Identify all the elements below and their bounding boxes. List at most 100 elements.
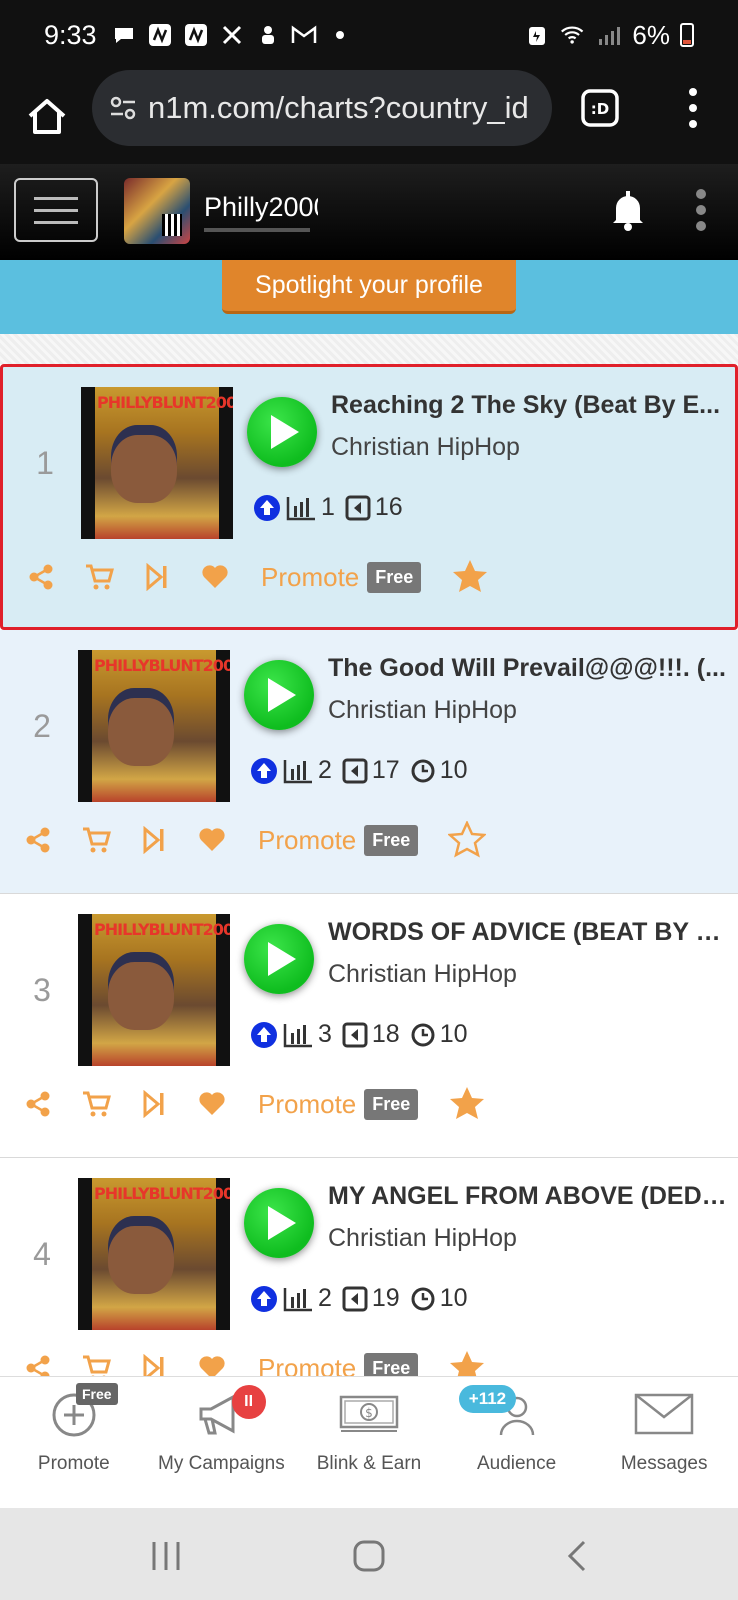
- status-bar: 9:33 6%: [0, 0, 738, 70]
- trending-up-icon: [251, 757, 277, 784]
- track-actions: Promote Free: [25, 557, 525, 597]
- cover-title: PHILLYBLUNT2000: [97, 393, 233, 412]
- plays-value: 19: [371, 1284, 400, 1312]
- next-track-icon[interactable]: [141, 561, 173, 593]
- track-stats: 3 18 10: [250, 1020, 474, 1049]
- play-button[interactable]: [247, 397, 317, 467]
- share-icon[interactable]: [25, 561, 57, 593]
- heart-icon[interactable]: [196, 1088, 228, 1120]
- back-icon[interactable]: [558, 1536, 598, 1576]
- app-header: Philly2000: [0, 164, 738, 260]
- recents-icon[interactable]: [146, 1536, 186, 1576]
- clock-icon: [411, 1287, 435, 1310]
- avatar[interactable]: [124, 178, 190, 244]
- svg-text::D: :D: [591, 100, 609, 118]
- free-badge: Free: [76, 1383, 118, 1405]
- album-cover[interactable]: PHILLYBLUNT2000: [81, 387, 233, 539]
- chart-bars-icon: [283, 759, 312, 783]
- duration-value: 10: [439, 1020, 468, 1048]
- more-icon[interactable]: [690, 188, 712, 232]
- chart-position-value: 1: [321, 493, 335, 521]
- profile-name[interactable]: Philly2000: [204, 192, 318, 223]
- hamburger-menu-button[interactable]: [14, 178, 98, 242]
- track-genre: Christian HipHop: [328, 696, 517, 724]
- star-icon[interactable]: [448, 821, 487, 859]
- free-badge: Free: [364, 1088, 419, 1120]
- home-nav-icon[interactable]: [349, 1536, 389, 1576]
- track-row[interactable]: 3 PHILLYBLUNT2000 WORDS OF ADVICE (BEAT …: [0, 894, 738, 1158]
- nav-label: Messages: [620, 1453, 708, 1474]
- track-title[interactable]: The Good Will Prevail@@@!!!. (...: [328, 654, 728, 683]
- cover-title: PHILLYBLUNT2000: [94, 1184, 230, 1203]
- rank-number: 1: [36, 445, 54, 481]
- tab-switcher-icon[interactable]: :D: [580, 88, 620, 128]
- wifi-icon: [560, 22, 586, 48]
- album-cover[interactable]: PHILLYBLUNT2000: [78, 1178, 230, 1330]
- track-row[interactable]: 1 PHILLYBLUNT2000 Reaching 2 The Sky (Be…: [0, 364, 738, 630]
- promote-link[interactable]: Promote: [261, 562, 359, 593]
- track-genre: Christian HipHop: [328, 960, 517, 988]
- spotlight-banner: Spotlight your profile: [0, 260, 738, 334]
- share-icon[interactable]: [22, 824, 54, 856]
- free-badge: Free: [364, 824, 419, 856]
- promote-link[interactable]: Promote: [258, 825, 356, 856]
- nav-label: Blink & Earn: [316, 1453, 422, 1474]
- nav-audience[interactable]: +112 Audience: [443, 1377, 591, 1508]
- nav-promote[interactable]: Free Promote: [0, 1377, 148, 1508]
- divider-band: [0, 334, 738, 364]
- duration-value: 10: [439, 1284, 468, 1312]
- track-title[interactable]: WORDS OF ADVICE (BEAT BY E...: [328, 918, 728, 947]
- heart-icon[interactable]: [196, 824, 228, 856]
- home-icon[interactable]: [22, 92, 72, 142]
- play-button[interactable]: [244, 660, 314, 730]
- chart-bars-icon: [286, 496, 315, 520]
- nav-messages[interactable]: Messages: [590, 1377, 738, 1508]
- share-icon[interactable]: [22, 1088, 54, 1120]
- star-icon[interactable]: [451, 558, 489, 596]
- pet-icon: [255, 22, 281, 48]
- nav-my-campaigns[interactable]: II My Campaigns: [148, 1377, 296, 1508]
- chart-position-value: 2: [318, 1284, 332, 1312]
- nav-label: Audience: [476, 1453, 557, 1474]
- cart-icon[interactable]: [80, 1088, 112, 1120]
- gmail-icon: [291, 22, 317, 48]
- cart-icon[interactable]: [83, 561, 115, 593]
- heart-icon[interactable]: [199, 561, 231, 593]
- trending-up-icon: [251, 1021, 277, 1048]
- site-settings-icon[interactable]: [108, 93, 138, 123]
- duration-value: 10: [439, 756, 468, 784]
- next-track-icon[interactable]: [138, 1088, 170, 1120]
- track-genre: Christian HipHop: [328, 1224, 517, 1252]
- rank-number: 4: [33, 1236, 51, 1272]
- play-button[interactable]: [244, 1188, 314, 1258]
- track-stats: 2 17 10: [250, 756, 474, 785]
- album-cover[interactable]: PHILLYBLUNT2000: [78, 914, 230, 1066]
- plays-icon: [342, 1286, 368, 1311]
- play-button[interactable]: [244, 924, 314, 994]
- url-text: n1m.com/charts?country_id: [148, 90, 529, 125]
- star-icon[interactable]: [448, 1085, 486, 1123]
- nav-blink-earn[interactable]: $ Blink & Earn: [295, 1377, 443, 1508]
- track-stats: 2 19 10: [250, 1284, 474, 1313]
- play-icon: [268, 678, 296, 712]
- status-time: 9:33: [44, 19, 97, 50]
- rank-number: 3: [33, 972, 51, 1008]
- chart-position-value: 3: [318, 1020, 332, 1048]
- chat-icon: [111, 22, 137, 48]
- battery-percent: 6%: [632, 19, 670, 50]
- clock-icon: [411, 759, 435, 782]
- next-track-icon[interactable]: [138, 824, 170, 856]
- svg-text:$: $: [365, 1406, 373, 1420]
- album-cover[interactable]: PHILLYBLUNT2000: [78, 650, 230, 802]
- promote-link[interactable]: Promote: [258, 1089, 356, 1120]
- track-title[interactable]: Reaching 2 The Sky (Beat By E...: [331, 391, 731, 420]
- track-title[interactable]: MY ANGEL FROM ABOVE (DEDI...: [328, 1182, 728, 1211]
- url-field[interactable]: n1m.com/charts?country_id: [92, 70, 552, 146]
- play-icon: [271, 415, 299, 449]
- x-icon: [219, 22, 245, 48]
- track-row[interactable]: 2 PHILLYBLUNT2000 The Good Will Prevail@…: [0, 630, 738, 894]
- spotlight-profile-button[interactable]: Spotlight your profile: [222, 260, 516, 314]
- bell-icon[interactable]: [608, 188, 648, 232]
- browser-menu-icon[interactable]: [683, 86, 703, 130]
- cart-icon[interactable]: [80, 824, 112, 856]
